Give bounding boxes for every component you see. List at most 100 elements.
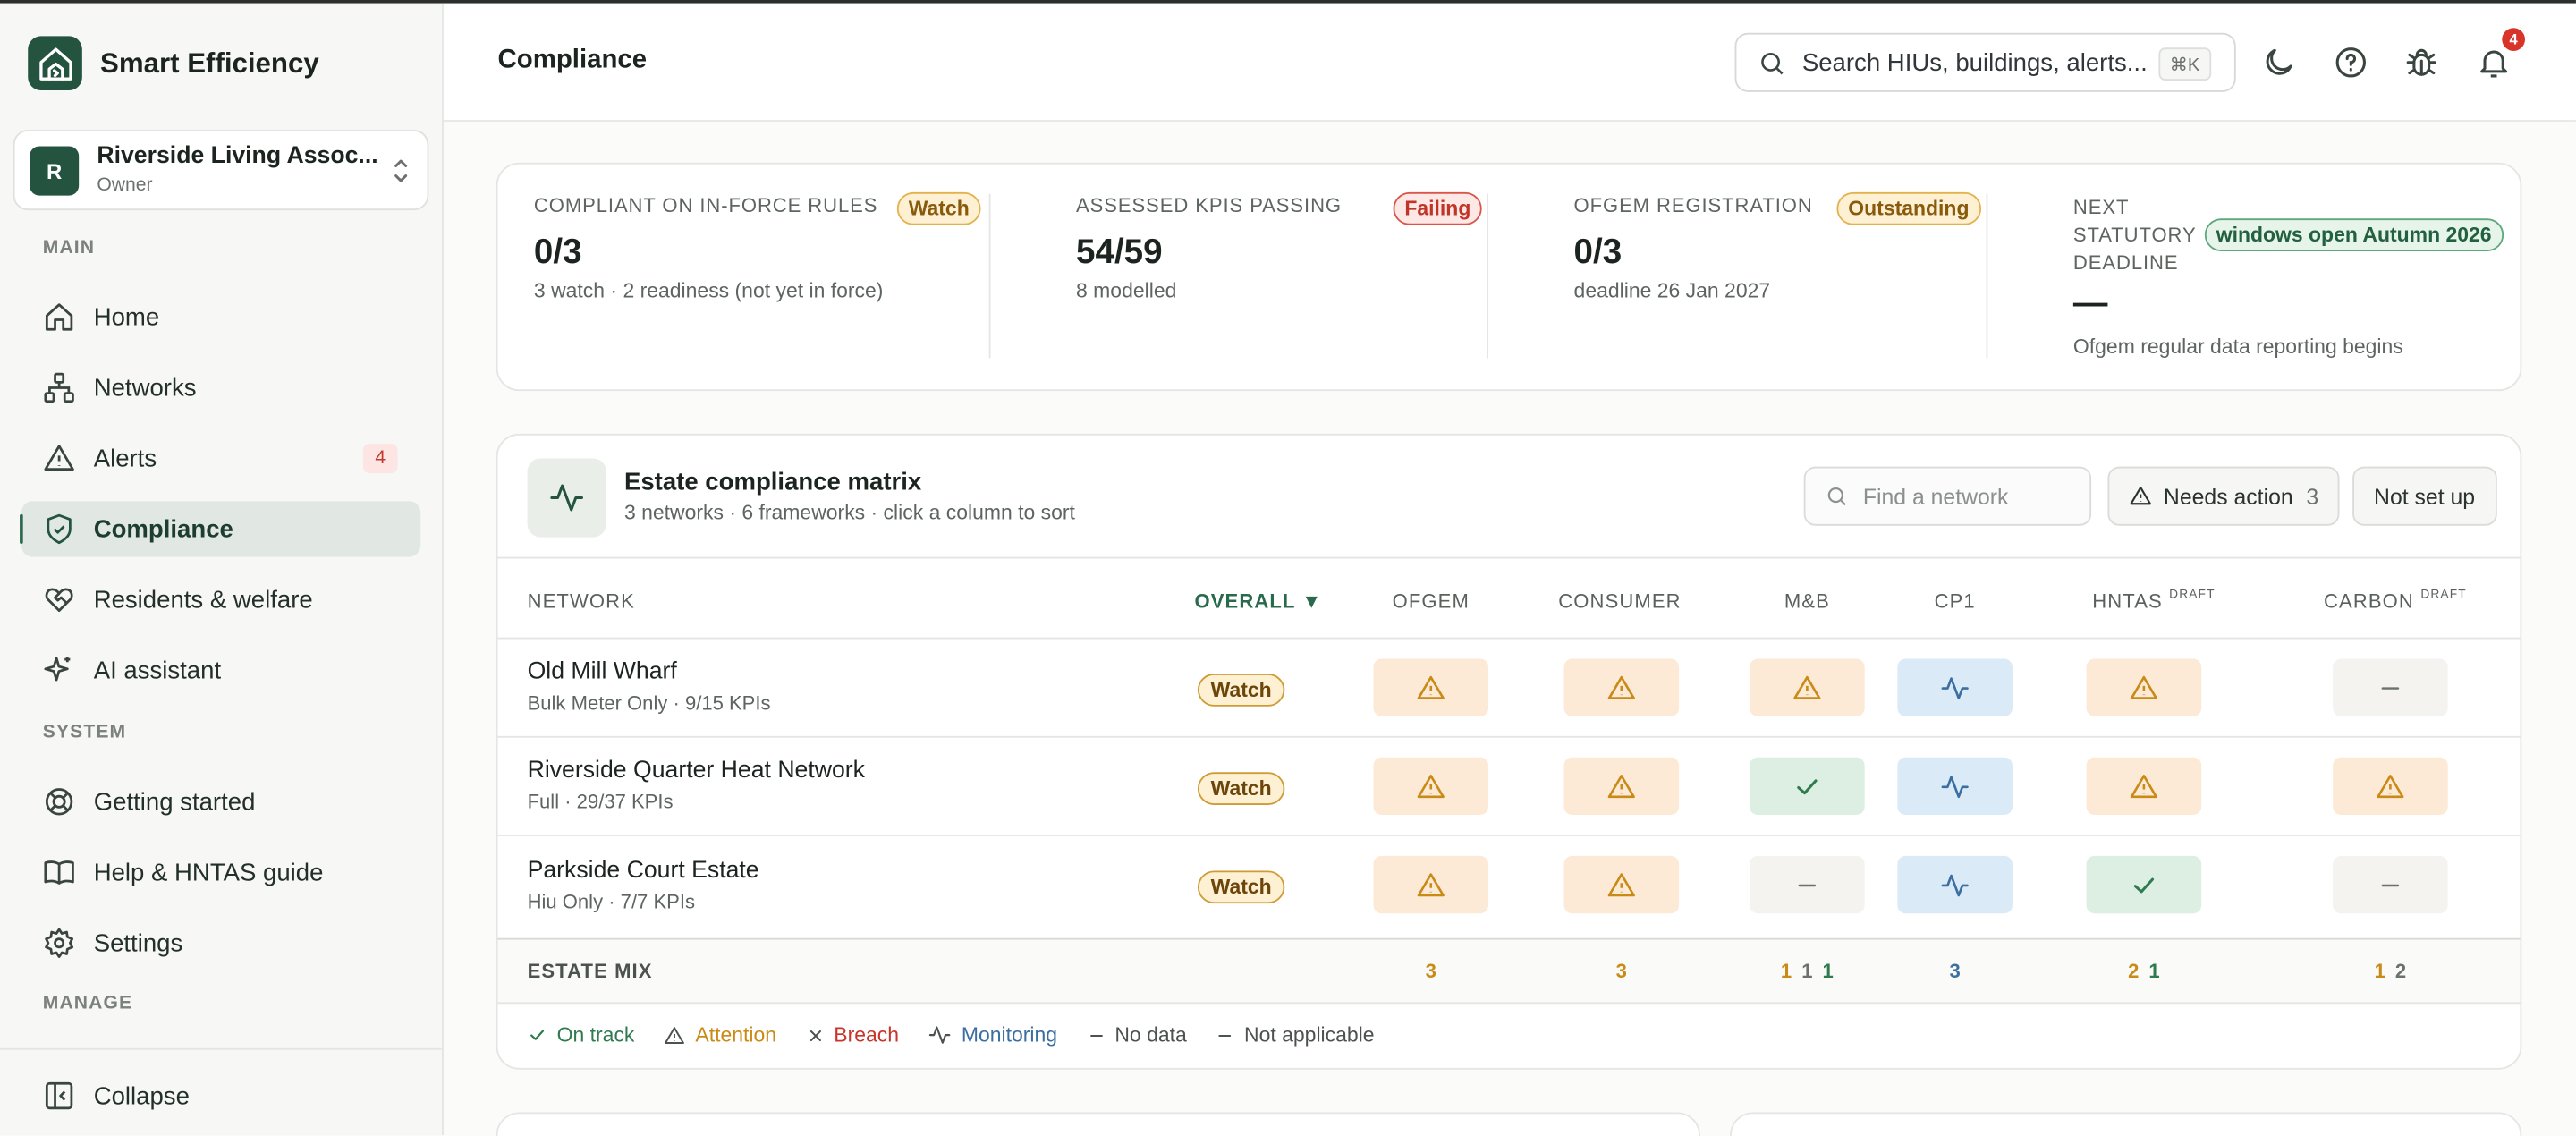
- lower-card-right: [1730, 1112, 2522, 1136]
- no-data-icon: [1089, 1034, 1103, 1037]
- col-cp1[interactable]: CP1: [1897, 589, 2012, 613]
- status-cell-attention[interactable]: [1373, 658, 1489, 716]
- attention-icon: [1793, 674, 1821, 699]
- network-name-link[interactable]: Parkside Court Estate: [528, 858, 759, 884]
- status-cell-on-track[interactable]: [1750, 757, 1865, 816]
- col-network[interactable]: NETWORK: [528, 589, 635, 613]
- kpi-sub: 3 watch · 2 readiness (not yet in force): [533, 279, 884, 302]
- col-consumer[interactable]: CONSUMER: [1546, 589, 1693, 613]
- collapse-sidebar-button[interactable]: Collapse: [21, 1068, 420, 1123]
- sidebar-item-getting-started[interactable]: Getting started: [21, 774, 420, 829]
- estate-mix-count: 1: [2148, 959, 2160, 983]
- status-cell-attention[interactable]: [1563, 855, 1680, 914]
- global-search-input[interactable]: Search HIUs, buildings, alerts... ⌘K: [1734, 32, 2236, 92]
- not-set-up-filter-button[interactable]: Not set up: [2352, 466, 2496, 526]
- notification-count-badge: 4: [2502, 28, 2526, 51]
- legend-item-no-data: No data: [1087, 1023, 1187, 1047]
- kpi-sub: Ofgem regular data reporting begins: [2072, 335, 2403, 359]
- col-mb[interactable]: M&B: [1750, 589, 1865, 613]
- network-meta: Bulk Meter Only · 9/15 KPIs: [527, 691, 771, 715]
- status-cell-monitoring[interactable]: [1897, 757, 2012, 816]
- status-cell-attention[interactable]: [2333, 757, 2448, 816]
- monitoring-icon: [1941, 873, 1969, 896]
- sidebar-item-label: Networks: [93, 373, 197, 403]
- col-ofgem[interactable]: OFGEM: [1373, 589, 1488, 613]
- bug-icon[interactable]: [2403, 45, 2439, 81]
- sidebar-item-label: Alerts: [93, 444, 157, 473]
- sidebar-item-label: Help & HNTAS guide: [93, 858, 324, 886]
- org-switcher[interactable]: R Riverside Living Assoc... Owner: [13, 130, 429, 211]
- needs-action-filter-button[interactable]: Needs action 3: [2107, 466, 2341, 526]
- chevron-up-down-icon: [394, 159, 408, 182]
- status-cell-monitoring[interactable]: [1897, 855, 2012, 914]
- kpi-label: OFGEM REGISTRATION: [1573, 193, 1813, 217]
- col-carbon[interactable]: CARBON DRAFT: [2305, 587, 2486, 613]
- monitoring-icon: [929, 1026, 951, 1044]
- sidebar-item-help[interactable]: Help & HNTAS guide: [21, 844, 420, 900]
- legend-item-monitoring: Monitoring: [928, 1023, 1057, 1047]
- network-name-link[interactable]: Old Mill Wharf: [528, 659, 677, 685]
- estate-mix-label: ESTATE MIX: [527, 959, 653, 983]
- network-search-input[interactable]: Find a network: [1803, 466, 2092, 526]
- status-cell-not-applicable[interactable]: [1750, 855, 1865, 914]
- not-applicable-icon: [1798, 883, 1817, 886]
- moon-icon[interactable]: [2260, 45, 2296, 81]
- sidebar-item-alerts[interactable]: Alerts 4: [21, 430, 420, 486]
- status-cell-attention[interactable]: [1373, 855, 1489, 914]
- estate-mix-count: 1: [2374, 959, 2385, 983]
- estate-mix-row: ESTATE MIX 3311132112: [497, 937, 2521, 1005]
- matrix-subtitle: 3 networks · 6 frameworks · click a colu…: [623, 501, 1075, 524]
- sidebar-item-networks[interactable]: Networks: [21, 360, 420, 415]
- attention-icon: [2377, 774, 2404, 798]
- legend-label: Breach: [834, 1023, 900, 1047]
- sidebar-item-settings[interactable]: Settings: [21, 915, 420, 971]
- alert-triangle-icon: [44, 445, 74, 471]
- app-root: Smart Efficiency R Riverside Living Asso…: [0, 0, 2576, 1136]
- heart-handshake-icon: [45, 588, 73, 613]
- section-system: SYSTEM: [42, 723, 127, 743]
- sidebar-item-label: Compliance: [93, 514, 233, 544]
- brand[interactable]: Smart Efficiency: [28, 36, 319, 91]
- org-name: Riverside Living Assoc...: [97, 142, 378, 170]
- brand-logo-icon: [28, 36, 82, 91]
- status-cell-not-applicable[interactable]: [2333, 855, 2448, 914]
- legend-label: Attention: [695, 1023, 777, 1047]
- estate-mix-cell: 3: [1555, 960, 1687, 983]
- status-cell-attention[interactable]: [2086, 658, 2202, 716]
- sidebar-item-residents[interactable]: Residents & welfare: [21, 572, 420, 627]
- sidebar-item-ai-assistant[interactable]: AI assistant: [21, 642, 420, 698]
- sidebar-item-label: AI assistant: [93, 656, 222, 684]
- kpi-label: COMPLIANT ON IN-FORCE RULES: [533, 193, 878, 217]
- col-overall[interactable]: OVERALL ▼: [1186, 589, 1331, 613]
- network-icon: [44, 372, 74, 403]
- status-cell-not-applicable[interactable]: [2333, 658, 2448, 716]
- network-meta: Full · 29/37 KPIs: [527, 790, 674, 814]
- status-cell-attention[interactable]: [1373, 757, 1489, 816]
- sidebar-item-label: Residents & welfare: [93, 585, 313, 615]
- status-cell-attention[interactable]: [2086, 757, 2202, 816]
- compliance-matrix-card: Estate compliance matrix 3 networks · 6 …: [496, 433, 2522, 1070]
- status-cell-attention[interactable]: [1563, 658, 1680, 716]
- col-hntas[interactable]: HNTAS DRAFT: [2072, 587, 2236, 613]
- breach-icon: [809, 1030, 821, 1041]
- sidebar-item-label: Getting started: [93, 787, 256, 816]
- status-cell-attention[interactable]: [1750, 658, 1865, 716]
- on-track-icon: [2133, 877, 2155, 893]
- attention-icon: [1607, 774, 1635, 798]
- sidebar-collapse-icon: [45, 1081, 73, 1110]
- sidebar-divider: [0, 1047, 443, 1050]
- estate-mix-count: 3: [1425, 959, 1436, 983]
- sidebar-item-compliance[interactable]: Compliance: [20, 501, 421, 557]
- kpi-divider: [1487, 193, 1489, 359]
- kpi-label-line: DEADLINE: [2072, 251, 2179, 275]
- bell-icon[interactable]: [2476, 45, 2512, 81]
- sidebar-item-home[interactable]: Home: [21, 289, 420, 344]
- status-cell-monitoring[interactable]: [1897, 658, 2012, 716]
- network-name-link[interactable]: Riverside Quarter Heat Network: [528, 758, 865, 784]
- help-circle-icon[interactable]: [2333, 45, 2368, 81]
- kpi-summary-card: COMPLIANT ON IN-FORCE RULES 0/3 3 watch …: [496, 162, 2522, 392]
- search-icon: [1761, 52, 1784, 74]
- status-cell-attention[interactable]: [1563, 757, 1680, 816]
- status-cell-on-track[interactable]: [2086, 855, 2202, 914]
- kpi-divider: [988, 193, 991, 359]
